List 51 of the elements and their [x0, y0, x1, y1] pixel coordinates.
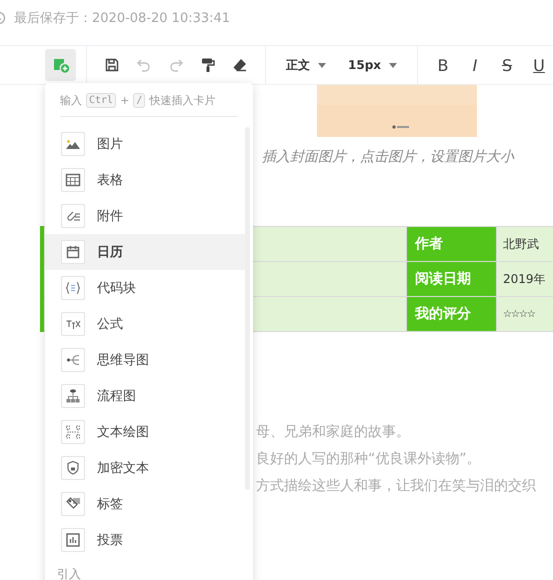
save-icon — [104, 57, 120, 73]
code-braces-icon — [65, 280, 81, 296]
redo-icon — [168, 57, 184, 73]
insert-card-icon — [52, 56, 70, 74]
menu-item[interactable]: 思维导图 — [45, 342, 245, 378]
menu-item[interactable]: 图片 — [45, 126, 245, 162]
table-cell-text: ☆☆☆☆ — [502, 308, 536, 322]
insert-button[interactable] — [45, 49, 76, 81]
hint-text: 输入 — [60, 93, 82, 108]
key-label: Ctrl — [86, 93, 116, 108]
menu-item[interactable]: 代码块 — [45, 270, 245, 306]
strike-button[interactable]: S — [492, 50, 522, 80]
menu-item[interactable]: 日历 — [45, 234, 245, 270]
text-diagram-icon — [65, 424, 81, 440]
cover-caption: 插入封面图片，点击图片，设置图片大小 — [262, 148, 516, 166]
hint-text: 快速插入卡片 — [149, 93, 216, 108]
format-painter-icon — [200, 57, 216, 73]
paragraph-text: 方式描绘这些人和事，让我们在笑与泪的交织 — [256, 477, 537, 496]
paragraph-style-dropdown[interactable]: 正文 — [276, 50, 336, 80]
paragraph-text: 良好的人写的那种“优良课外读物”。 — [256, 450, 482, 469]
last-saved-text: 最后保存于：2020-08-20 10:33:41 — [14, 10, 230, 27]
paragraph-text: 母、兄弟和家庭的故事。 — [256, 423, 411, 442]
italic-button[interactable]: I — [460, 50, 490, 80]
flowchart-icon — [65, 388, 81, 404]
mind-map-icon — [65, 352, 81, 368]
table-icon — [65, 172, 81, 188]
font-size-dropdown[interactable]: 15px — [338, 50, 408, 80]
eraser-icon — [232, 57, 248, 73]
menu-item[interactable]: 附件 — [45, 198, 245, 234]
menu-item[interactable]: 公式 — [45, 306, 245, 342]
table-header-cell: 作者 — [407, 227, 497, 261]
table-header-cell: 阅读日期 — [407, 262, 497, 296]
underline-button[interactable]: U — [524, 50, 553, 80]
menu-item[interactable]: 表格 — [45, 162, 245, 198]
plus-text: + — [120, 94, 130, 107]
undo-icon — [136, 57, 152, 73]
menu-item[interactable]: 加密文本 — [45, 450, 245, 486]
menu-item[interactable]: 投票 — [45, 522, 245, 558]
menu-item[interactable]: 流程图 — [45, 378, 245, 414]
image-icon — [66, 139, 80, 149]
table-cell-text: 2019年 — [502, 270, 547, 288]
shield-lock-icon — [65, 460, 81, 476]
key-label: / — [133, 93, 146, 108]
table-cell-text: 北野武 — [502, 236, 540, 252]
table-header-cell: 我的评分 — [407, 297, 497, 331]
calendar-icon — [65, 244, 81, 260]
section-label: 引入 — [57, 566, 82, 580]
bar-chart-icon — [65, 532, 81, 548]
menu-item[interactable]: 文本绘图 — [45, 414, 245, 450]
bold-button[interactable]: B — [428, 50, 458, 80]
menu-item[interactable]: 标签 — [45, 486, 245, 522]
